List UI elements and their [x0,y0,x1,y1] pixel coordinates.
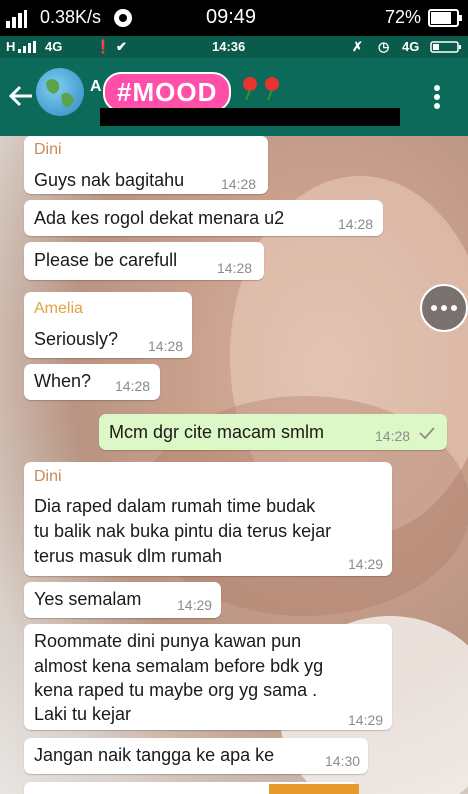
battery-icon [428,9,462,32]
message-text-line: Dia raped dalam rumah time budak [34,496,316,516]
inner-battery-icon [430,41,462,56]
message-text-line: tu balik nak buka pintu dia terus kejar [34,521,332,541]
message-text-line: Roommate dini punya kawan pun [34,631,302,651]
redacted-bar [269,784,359,794]
message-bubble[interactable]: Please be carefull 14:28 [24,242,264,280]
alarm-icon: ◷ [378,39,390,54]
message-time: 14:29 [177,597,213,613]
menu-kebab-icon[interactable] [432,84,442,115]
outer-status-bar: 0.38K/s 09:49 72% [0,0,468,36]
message-time: 14:28 [338,216,374,232]
message-bubble[interactable]: Dini Guys nak bagitahu 14:28 [24,136,268,194]
signal-bars-icon [6,10,28,33]
more-horizontal-icon [431,305,457,311]
floating-more-button[interactable] [420,284,468,332]
inner-status-bar: H 4G ❗ ✔ 14:36 ✗ ◷ 4G [0,36,468,58]
message-time: 14:29 [348,556,384,572]
group-title[interactable]: #MOOD [103,72,232,112]
flower-emoji-icon [240,74,296,107]
message-text: Ada kes rogol dekat menara u2 [34,208,285,228]
group-avatar[interactable] [36,68,84,116]
message-text-line: kena raped tu maybe org yg sama . [34,680,318,700]
message-text: Yes semalam [34,589,142,609]
sent-check-icon [419,424,435,445]
messenger-notification-icon [113,8,135,33]
message-bubble[interactable]: When? 14:28 [24,364,160,400]
sender-name: Amelia [34,300,83,317]
message-bubble[interactable]: Amelia Seriously? 14:28 [24,292,192,358]
message-text: Seriously? [34,329,119,349]
message-bubble[interactable]: Dini Dia raped dalam rumah time budak tu… [24,462,392,576]
message-text: Mcm dgr cite macam smlm [109,422,325,442]
message-text: Please be carefull [34,250,178,270]
outer-clock: 09:49 [206,6,257,28]
sender-name: Dini [34,141,62,158]
message-time: 14:30 [325,753,361,769]
message-text-line: almost kena semalam before bdk yg [34,656,324,676]
message-time: 14:28 [115,378,151,394]
message-time: 14:28 [221,176,257,192]
back-arrow-icon[interactable] [8,83,34,114]
message-bubble[interactable]: Jangan naik tangga ke apa ke 14:30 [24,738,368,774]
sender-name: Dini [34,468,62,485]
partial-message-bubble[interactable] [24,782,359,794]
net-speed: 0.38K/s [40,7,102,27]
globe-icon [46,79,74,108]
message-text: Jangan naik tangga ke apa ke [34,745,275,765]
inner-network-label: 4G [45,39,63,54]
mute-icon: ✗ [352,39,363,54]
message-bubble[interactable]: Roommate dini punya kawan pun almost ken… [24,624,392,730]
check-circle-icon: ✔ [116,39,127,54]
inner-network2-label: 4G [402,39,420,54]
message-text-line: Laki tu kejar [34,704,132,724]
chat-area[interactable]: Dini Guys nak bagitahu 14:28 Ada kes rog… [0,136,468,794]
message-bubble[interactable]: Ada kes rogol dekat menara u2 14:28 [24,200,383,236]
message-text: When? [34,371,92,391]
message-time: 14:28 [375,428,411,444]
outgoing-message-bubble[interactable]: Mcm dgr cite macam smlm 14:28 [99,414,447,450]
inner-signal-label: H [6,39,16,54]
message-time: 14:28 [217,260,253,276]
title-leading-letter-icon: A [90,78,102,95]
redacted-participants [100,108,400,126]
message-text-line: terus masuk dlm rumah [34,546,223,566]
battery-percent: 72% [385,7,422,27]
alert-icon: ❗ [95,39,112,54]
message-text: Guys nak bagitahu [34,170,185,190]
message-bubble[interactable]: Yes semalam 14:29 [24,582,221,618]
message-time: 14:29 [348,712,384,728]
inner-signal-icon [18,41,40,56]
inner-clock: 14:36 [212,39,246,54]
message-time: 14:28 [148,338,184,354]
chat-header: A #MOOD [0,58,468,136]
